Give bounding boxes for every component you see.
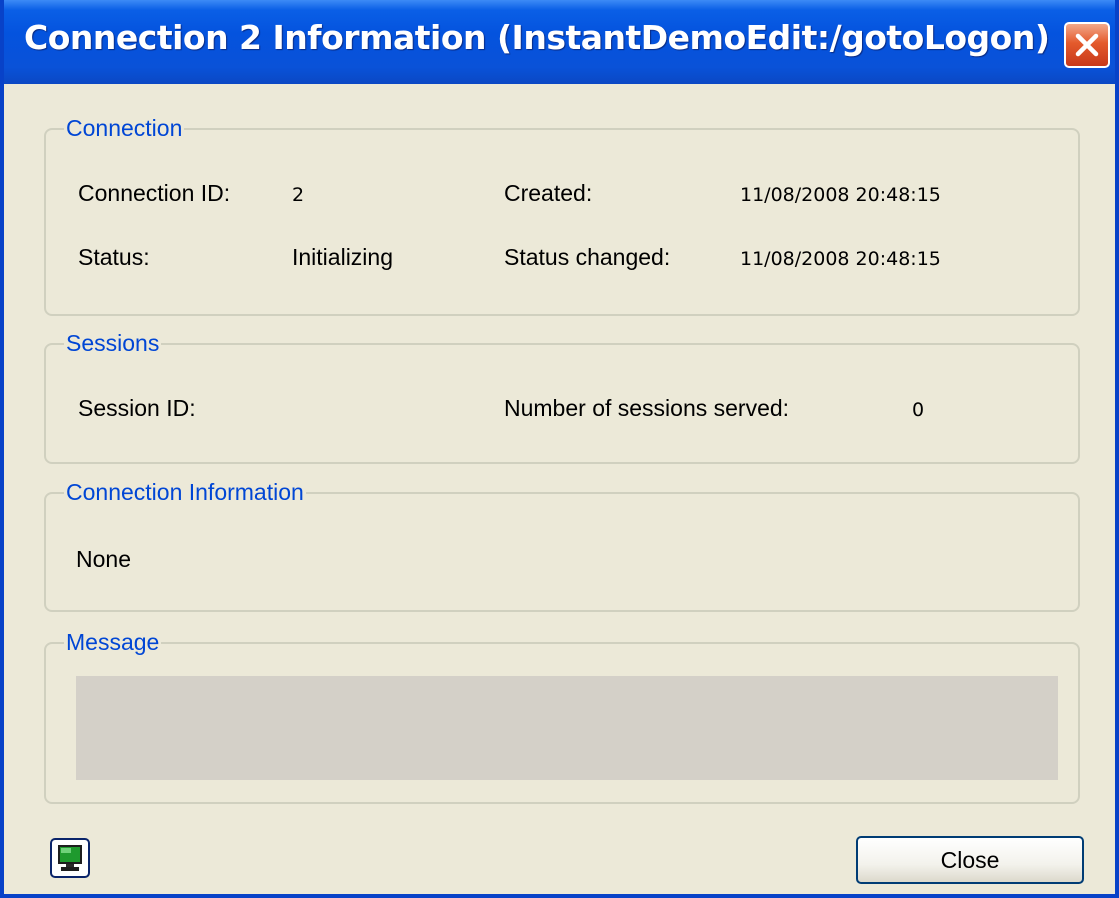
sessions-group-title: Sessions xyxy=(64,330,162,357)
message-group-title: Message xyxy=(64,629,162,656)
close-icon xyxy=(1075,33,1099,57)
connection-id-value: 2 xyxy=(292,184,305,206)
monitor-icon xyxy=(58,845,82,871)
connection-information-value: None xyxy=(76,546,131,572)
window-close-button[interactable] xyxy=(1064,22,1110,68)
created-value: 11/08/2008 20:48:15 xyxy=(740,184,941,206)
created-label: Created: xyxy=(504,180,593,206)
close-button[interactable]: Close xyxy=(856,836,1084,884)
title-bar[interactable]: Connection 2 Information (InstantDemoEdi… xyxy=(4,0,1115,84)
connection-info-dialog: Connection 2 Information (InstantDemoEdi… xyxy=(0,0,1119,898)
session-id-label: Session ID: xyxy=(78,395,196,421)
sessions-served-label: Number of sessions served: xyxy=(504,395,790,421)
status-changed-value: 11/08/2008 20:48:15 xyxy=(740,248,941,270)
status-value: Initializing xyxy=(292,244,393,270)
window-title: Connection 2 Information (InstantDemoEdi… xyxy=(24,18,1050,57)
message-group: Message xyxy=(44,629,1080,804)
sessions-served-value: 0 xyxy=(912,399,925,421)
sessions-group: Sessions Session ID: Number of sessions … xyxy=(44,330,1080,464)
connection-id-label: Connection ID: xyxy=(78,180,231,206)
connection-information-group: Connection Information None xyxy=(44,479,1080,612)
connection-group-title: Connection xyxy=(64,115,185,142)
message-text-area[interactable] xyxy=(76,676,1058,780)
status-label: Status: xyxy=(78,244,150,270)
connection-group: Connection Connection ID: 2 Created: 11/… xyxy=(44,115,1080,316)
monitor-button[interactable] xyxy=(50,838,90,878)
connection-information-group-title: Connection Information xyxy=(64,479,306,506)
status-changed-label: Status changed: xyxy=(504,244,671,270)
